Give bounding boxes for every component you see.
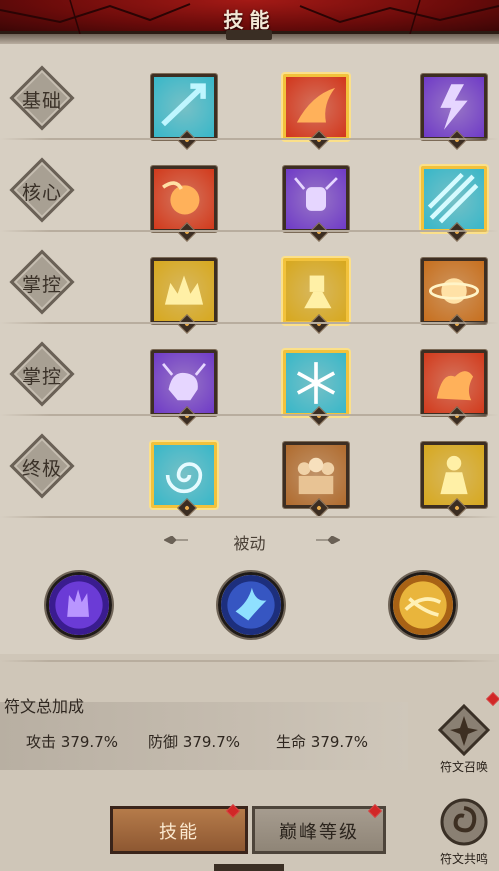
fireball-icon [154,169,214,229]
skill-slot[interactable] [151,74,217,150]
row-label-text: 掌控 [21,366,62,388]
bottom-knob [214,864,284,871]
skill-slot[interactable] [421,442,487,518]
passive-violet-grasp[interactable] [46,572,112,638]
skill-slot[interactable] [151,166,217,242]
row-label-text: 基础 [21,90,62,112]
skill-slot[interactable] [283,350,349,426]
stat-health-value: 379.7% [310,733,368,751]
skill-slot[interactable] [151,350,217,426]
stat-attack-value: 379.7% [60,733,118,751]
golden-planet-icon [424,261,484,321]
row-divider [0,138,499,140]
header-knob [226,30,272,40]
storm-creature-icon [154,353,214,413]
skill-slot[interactable] [283,166,349,242]
passive-title: 被动 [233,534,266,553]
lightning-fist-icon [286,169,346,229]
flame-arrow-icon [286,77,346,137]
row-label-3: 掌控 [9,341,75,407]
row-divider [0,230,499,232]
row-divider [0,322,499,324]
row-label-0: 基础 [9,65,75,131]
ornament-right-icon [316,536,340,544]
lightning-bolt-icon [424,77,484,137]
rune-summon-icon [437,703,491,757]
stat-attack-label: 攻击 [26,733,57,751]
row-label-2: 掌控 [9,249,75,315]
row-label-1: 核心 [9,157,75,223]
sun-orb-icon [393,575,453,635]
stat-defense-label: 防御 [148,733,179,751]
ice-blades-icon [424,169,484,229]
fire-hydra-icon [424,353,484,413]
rune-total-bonus-title: 符文总加成 [4,697,85,716]
row-divider [0,414,499,416]
skill-slot[interactable] [151,442,217,518]
skill-slot[interactable] [283,258,349,334]
passive-sun-orb[interactable] [390,572,456,638]
row-label-text: 核心 [21,182,62,204]
skill-slot[interactable] [283,74,349,150]
snowflake-icon [286,353,346,413]
rune-summon-label: 符文召唤 [439,760,488,774]
row-label-4: 终极 [9,433,75,499]
skill-slot[interactable] [283,442,349,518]
rune-resonance-icon [438,796,490,848]
header-bar: 技能 [0,0,499,34]
stat-attack: 攻击 379.7% [26,731,118,752]
row-divider [0,516,499,518]
stat-defense: 防御 379.7% [148,731,240,752]
stat-defense-value: 379.7% [182,733,240,751]
ice-arrow-icon [154,77,214,137]
skill-slot[interactable] [421,74,487,150]
frost-bird-icon [221,575,281,635]
skill-slot[interactable] [421,350,487,426]
rune-resonance-button[interactable]: 符文共鸣 [434,796,494,867]
skill-slot[interactable] [151,258,217,334]
rune-summon-button[interactable]: 符文召唤 [434,703,494,775]
golden-warrior-icon [424,445,484,505]
stat-health: 生命 379.7% [276,731,368,752]
page-title: 技能 [223,8,276,32]
skill-slot[interactable] [421,166,487,242]
tab-peak-level[interactable]: 巅峰等级 [252,806,386,854]
row-label-text: 终极 [21,458,62,480]
section-divider [0,660,499,662]
stat-health-label: 生命 [276,733,307,751]
row-label-text: 掌控 [21,274,62,296]
crown-burst-icon [154,261,214,321]
passive-frost-bird[interactable] [218,572,284,638]
ice-vortex-icon [154,445,214,505]
golden-figure-icon [286,261,346,321]
summon-guards-icon [286,445,346,505]
rune-resonance-label: 符文共鸣 [439,852,488,866]
violet-grasp-icon [49,575,109,635]
skill-slot[interactable] [421,258,487,334]
